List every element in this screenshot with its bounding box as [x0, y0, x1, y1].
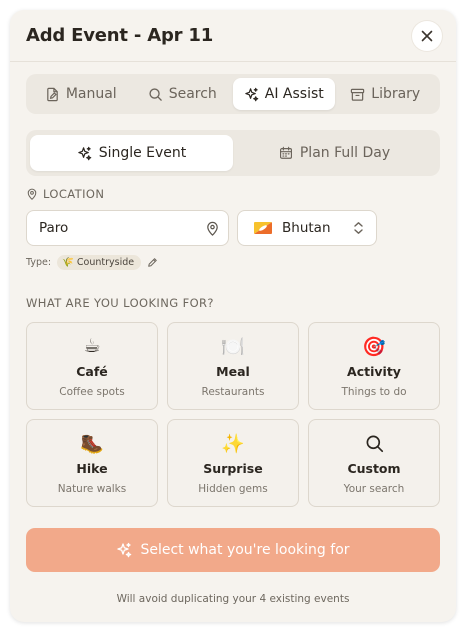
- submit-button[interactable]: Select what you're looking for: [26, 528, 440, 572]
- option-subtitle: Coffee spots: [59, 386, 125, 398]
- looking-for-section-label: WHAT ARE YOU LOOKING FOR?: [26, 296, 214, 310]
- sparkles-icon: [245, 87, 259, 101]
- sparkles-icon: [117, 542, 132, 558]
- tab-library[interactable]: Library: [335, 78, 437, 110]
- tab-single-event[interactable]: Single Event: [30, 135, 233, 171]
- edit-pencil-icon[interactable]: [147, 257, 158, 268]
- add-event-dialog: Add Event - Apr 11 Manual Search AI Assi…: [10, 10, 456, 622]
- option-cafe[interactable]: ☕ Café Coffee spots: [26, 322, 158, 410]
- option-custom[interactable]: Custom Your search: [308, 419, 440, 507]
- option-surprise[interactable]: ✨ Surprise Hidden gems: [167, 419, 299, 507]
- close-icon: [421, 30, 433, 41]
- option-subtitle: Restaurants: [201, 386, 265, 398]
- option-hike[interactable]: 🥾 Hike Nature walks: [26, 419, 158, 507]
- hiking-boot-icon: 🥾: [80, 432, 104, 455]
- mode-tabs: Manual Search AI Assist Library: [26, 74, 440, 114]
- coffee-icon: ☕: [83, 335, 101, 357]
- type-label: Type:: [26, 256, 52, 268]
- tab-single-event-label: Single Event: [98, 145, 187, 161]
- submit-button-label: Select what you're looking for: [140, 542, 350, 558]
- chevron-up-down-icon: [354, 222, 363, 234]
- location-type-chip: 🌾 Countryside: [57, 254, 142, 270]
- option-title: Custom: [347, 461, 401, 476]
- option-title: Activity: [347, 364, 401, 379]
- map-pin-icon: [27, 188, 37, 200]
- archive-icon: [351, 88, 365, 101]
- scope-tabs: Single Event Plan Full Day: [26, 130, 440, 176]
- option-title: Meal: [216, 364, 250, 379]
- tab-ai-assist[interactable]: AI Assist: [233, 78, 335, 110]
- target-icon: 🎯: [362, 335, 386, 358]
- tab-plan-full-day-label: Plan Full Day: [299, 145, 391, 161]
- plate-cutlery-icon: 🍽️: [221, 335, 245, 358]
- location-label: LOCATION: [43, 187, 105, 201]
- option-title: Hike: [76, 461, 108, 476]
- calendar-icon: [279, 146, 292, 159]
- country-select[interactable]: Bhutan: [237, 210, 377, 246]
- tab-manual[interactable]: Manual: [30, 78, 132, 110]
- duplicate-notice: Will avoid duplicating your 4 existing e…: [116, 593, 350, 605]
- city-input[interactable]: Paro: [26, 210, 229, 246]
- tab-search[interactable]: Search: [132, 78, 234, 110]
- location-section-label: LOCATION: [26, 187, 104, 201]
- pen-document-icon: [47, 87, 58, 101]
- option-subtitle: Hidden gems: [198, 483, 268, 495]
- tab-ai-assist-label: AI Assist: [264, 86, 324, 102]
- close-button[interactable]: [412, 20, 442, 51]
- location-type-row: Type: 🌾 Countryside: [26, 253, 158, 271]
- bhutan-flag-icon: [254, 222, 272, 234]
- country-select-value: Bhutan: [282, 220, 331, 236]
- search-icon: [365, 431, 384, 455]
- city-input-value: Paro: [39, 220, 69, 236]
- option-title: Café: [76, 364, 108, 379]
- location-type-value: Countryside: [76, 256, 135, 268]
- wheat-icon: 🌾: [62, 256, 74, 268]
- tab-manual-label: Manual: [65, 86, 117, 102]
- option-subtitle: Things to do: [341, 386, 407, 398]
- search-icon: [149, 87, 162, 101]
- option-grid: ☕ Café Coffee spots 🍽️ Meal Restaurants …: [26, 322, 440, 507]
- map-pin-icon[interactable]: [205, 221, 220, 236]
- option-activity[interactable]: 🎯 Activity Things to do: [308, 322, 440, 410]
- dialog-header: Add Event - Apr 11: [10, 10, 456, 62]
- dialog-title: Add Event - Apr 11: [26, 25, 214, 46]
- option-subtitle: Your search: [343, 483, 405, 495]
- option-title: Surprise: [203, 461, 263, 476]
- option-meal[interactable]: 🍽️ Meal Restaurants: [167, 322, 299, 410]
- option-subtitle: Nature walks: [57, 483, 127, 495]
- tab-search-label: Search: [168, 86, 217, 102]
- sparkles-emoji-icon: ✨: [221, 432, 245, 455]
- sparkles-icon: [77, 146, 91, 160]
- tab-library-label: Library: [371, 86, 421, 102]
- tab-plan-full-day[interactable]: Plan Full Day: [233, 135, 436, 171]
